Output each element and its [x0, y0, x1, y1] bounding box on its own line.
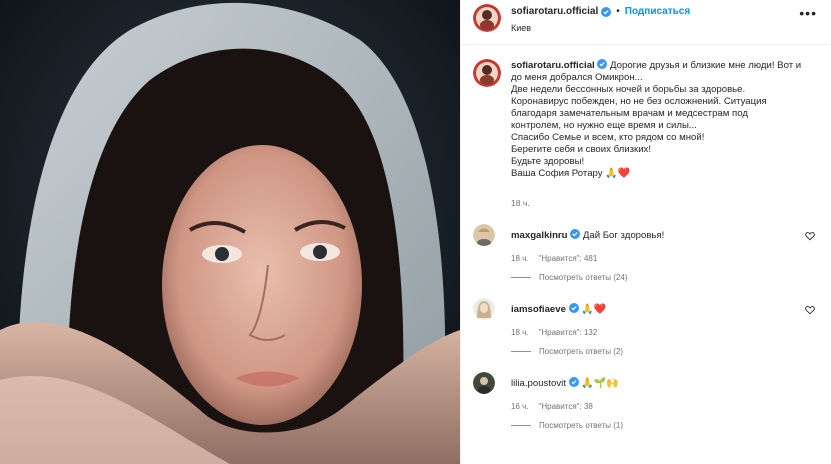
author-username[interactable]: sofiarotaru.official: [511, 6, 598, 17]
post-caption: sofiarotaru.official Дорогие друзья и бл…: [473, 59, 819, 180]
view-replies-label: Посмотреть ответы (24): [539, 273, 628, 282]
comment-likes[interactable]: "Нравится": 38: [539, 402, 593, 411]
comment-likes[interactable]: "Нравится": 132: [539, 328, 598, 337]
view-replies-label: Посмотреть ответы (1): [539, 421, 624, 430]
caption-line: Ваша София Ротару: [511, 168, 603, 179]
verified-badge-icon: [570, 229, 581, 239]
verified-badge-icon: [597, 59, 608, 69]
follow-button[interactable]: Подписаться: [625, 6, 690, 17]
replies-divider: [511, 351, 531, 352]
caption-line: Две недели бессонных ночей и борьбы за з…: [511, 84, 746, 95]
caption-line: Спасибо Семье и всем, кто рядом со мной!: [511, 132, 705, 143]
comment-item: maxgalkinru Дай Бог здоровья! 18 ч. "Нра…: [473, 224, 819, 282]
commenter-username[interactable]: lilia.poustovit: [511, 378, 566, 389]
comment-likes[interactable]: "Нравится": 481: [539, 254, 598, 263]
like-heart-icon[interactable]: [805, 305, 815, 315]
post-viewer: sofiarotaru.official • Подписаться Киев …: [0, 0, 831, 464]
comment-text: Дай Бог здоровья!: [582, 230, 665, 241]
view-replies-button[interactable]: Посмотреть ответы (1): [511, 421, 819, 430]
post-header: sofiarotaru.official • Подписаться Киев …: [461, 0, 831, 45]
commenter-username[interactable]: maxgalkinru: [511, 230, 568, 241]
commenter-avatar[interactable]: [473, 298, 495, 320]
post-timestamp[interactable]: 18 ч.: [511, 198, 819, 208]
post-location[interactable]: Киев: [511, 23, 690, 33]
caption-line: контролем, но нужно еще время и силы...: [511, 120, 697, 131]
post-sidebar: sofiarotaru.official • Подписаться Киев …: [460, 0, 831, 464]
comments-feed: sofiarotaru.official Дорогие друзья и бл…: [461, 45, 831, 464]
verified-badge-icon: [568, 377, 579, 387]
post-photo[interactable]: [0, 0, 460, 464]
verified-badge-icon: [601, 6, 612, 17]
caption-author-avatar[interactable]: [473, 59, 501, 87]
replies-divider: [511, 425, 531, 426]
caption-emoji: 🙏❤️: [605, 168, 631, 179]
comment-text: 🙏❤️: [581, 304, 607, 315]
portrait-image: [0, 0, 460, 464]
comment-time[interactable]: 18 ч.: [511, 254, 529, 263]
caption-line: благодаря замечательным врачам и медсест…: [511, 108, 748, 119]
caption-username[interactable]: sofiarotaru.official: [511, 60, 595, 71]
caption-line: до меня добрался Омикрон...: [511, 72, 643, 83]
more-options-icon[interactable]: •••: [799, 6, 817, 20]
author-avatar[interactable]: [473, 4, 501, 32]
comment-item: lilia.poustovit 🙏🌱🙌 16 ч. "Нравится": 38: [473, 372, 819, 430]
comment-time[interactable]: 18 ч.: [511, 328, 529, 337]
verified-badge-icon: [568, 303, 579, 313]
caption-line: Коронавирус побежден, но не без осложнен…: [511, 96, 767, 107]
commenter-avatar[interactable]: [473, 372, 495, 394]
commenter-avatar[interactable]: [473, 224, 495, 246]
commenter-username[interactable]: iamsofiaeve: [511, 304, 566, 315]
replies-divider: [511, 277, 531, 278]
like-heart-icon[interactable]: [805, 231, 815, 241]
caption-body: sofiarotaru.official Дорогие друзья и бл…: [511, 59, 819, 180]
caption-line: Дорогие друзья и близкие мне люди! Вот и: [610, 60, 802, 71]
comment-text: 🙏🌱🙌: [581, 378, 619, 389]
view-replies-button[interactable]: Посмотреть ответы (2): [511, 347, 819, 356]
caption-line: Будьте здоровы!: [511, 156, 585, 167]
view-replies-label: Посмотреть ответы (2): [539, 347, 624, 356]
comment-time[interactable]: 16 ч.: [511, 402, 529, 411]
caption-line: Берегите себя и своих близких!: [511, 144, 652, 155]
view-replies-button[interactable]: Посмотреть ответы (24): [511, 273, 819, 282]
separator-dot: •: [616, 6, 620, 17]
comment-item: iamsofiaeve 🙏❤️ 18 ч. "Нравится": 132 По…: [473, 298, 819, 356]
